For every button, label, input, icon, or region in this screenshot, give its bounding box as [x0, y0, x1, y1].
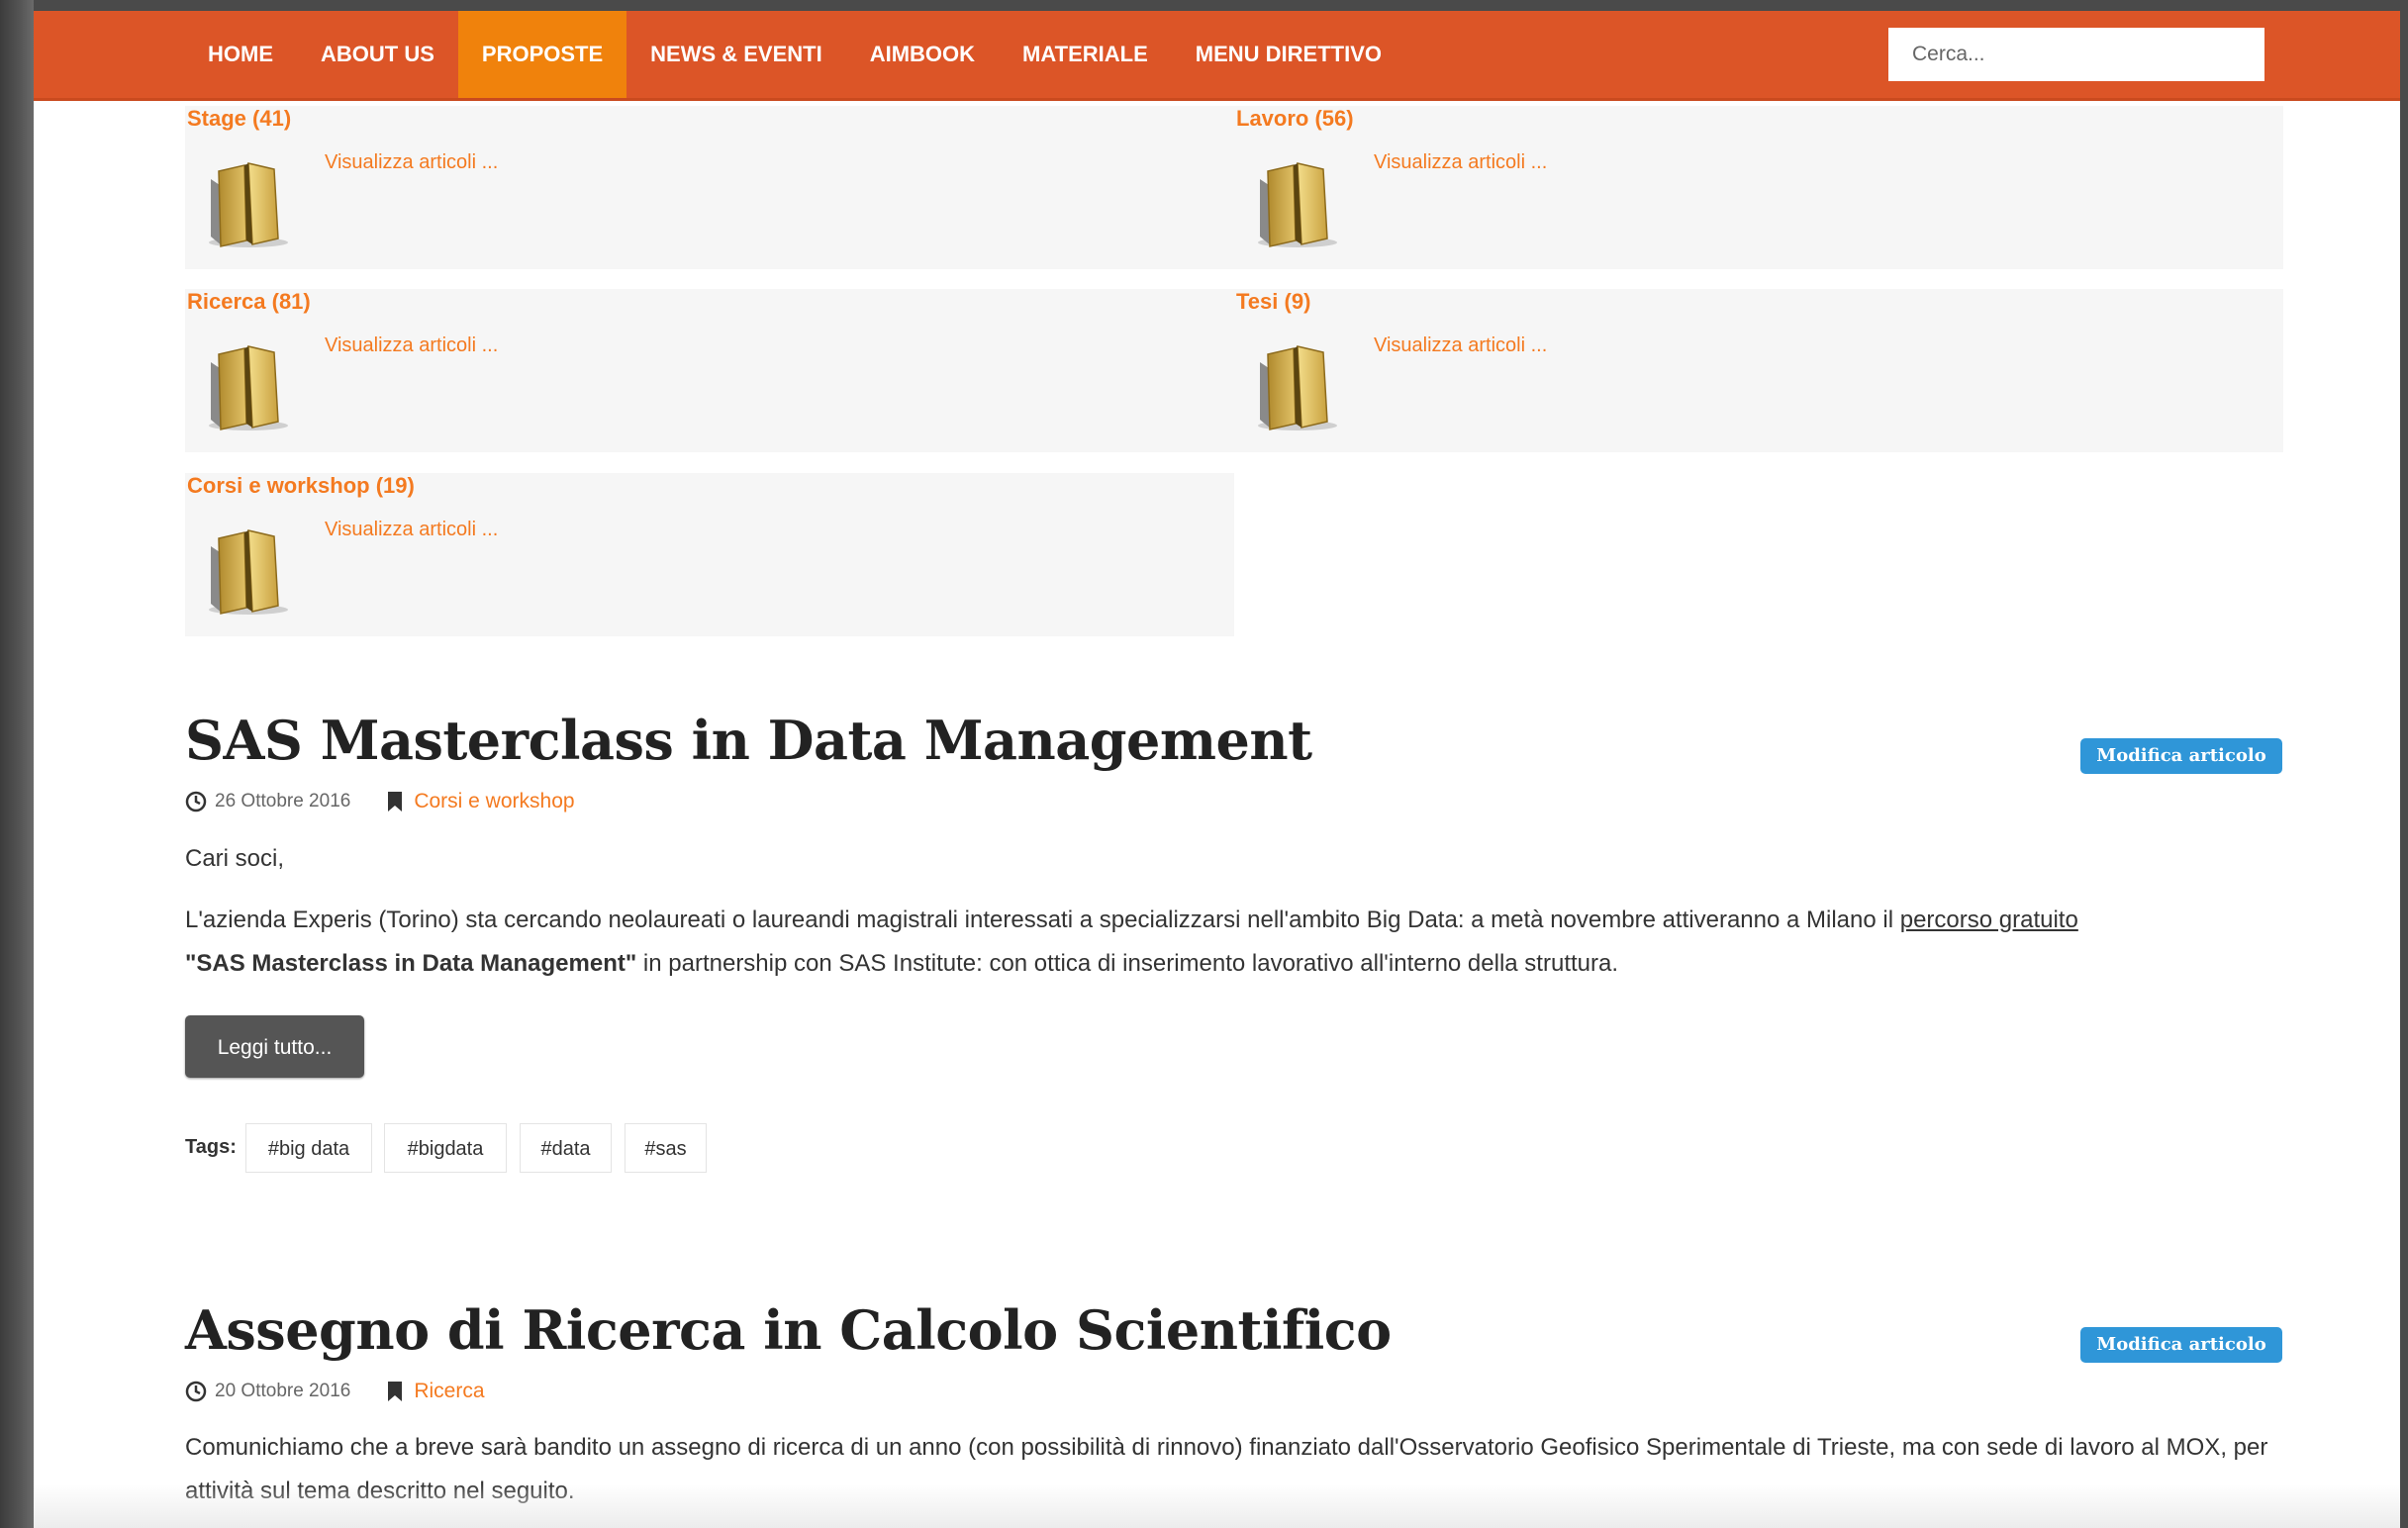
category-tesi: Tesi (9) Visualizza articoli ... — [1234, 289, 2283, 452]
nav-item-aimbook[interactable]: AIMBOOK — [846, 11, 999, 98]
left-frame — [0, 0, 34, 1528]
article-intro-text-end: in partnership con SAS Institute: con ot… — [636, 950, 1619, 977]
search-input[interactable] — [1888, 28, 2264, 81]
view-articles-link-corsi-workshop[interactable]: Visualizza articoli ... — [325, 519, 498, 541]
tag-big-data[interactable]: #big data — [245, 1123, 372, 1173]
category-title-tesi[interactable]: Tesi (9) — [1236, 289, 1310, 315]
article-category-link[interactable]: Corsi e workshop — [414, 790, 574, 813]
nav-item-menu-direttivo[interactable]: MENU DIRETTIVO — [1172, 11, 1405, 98]
category-title-ricerca[interactable]: Ricerca (81) — [187, 289, 311, 315]
article-date: 20 Ottobre 2016 — [215, 1381, 351, 1401]
read-more-button[interactable]: Leggi tutto... — [185, 1015, 364, 1078]
nav-item-about-us[interactable]: ABOUT US — [297, 11, 458, 98]
window-top-edge — [0, 0, 2408, 11]
main-navbar: HOME ABOUT US PROPOSTE NEWS & EVENTI AIM… — [34, 11, 2400, 101]
folder-icon[interactable] — [205, 340, 292, 431]
tag-sas[interactable]: #sas — [625, 1123, 707, 1173]
nav-item-materiale[interactable]: MATERIALE — [999, 11, 1172, 98]
article-intro: L'azienda Experis (Torino) sta cercando … — [185, 899, 2283, 986]
nav-menu: HOME ABOUT US PROPOSTE NEWS & EVENTI AIM… — [184, 11, 1405, 98]
tag-data[interactable]: #data — [520, 1123, 612, 1173]
category-title-stage[interactable]: Stage (41) — [187, 106, 291, 132]
clock-icon — [185, 1381, 207, 1402]
category-corsi-workshop: Corsi e workshop (19) Visualizza articol… — [185, 473, 1234, 636]
category-title-lavoro[interactable]: Lavoro (56) — [1236, 106, 1354, 132]
bottom-fade — [34, 1484, 2400, 1528]
article-category-link[interactable]: Ricerca — [414, 1380, 484, 1403]
view-articles-link-ricerca[interactable]: Visualizza articoli ... — [325, 334, 498, 357]
category-ricerca: Ricerca (81) Visualizza articoli ... — [185, 289, 1234, 452]
article-meta: 26 Ottobre 2016 Corsi e workshop — [185, 790, 575, 813]
folder-icon[interactable] — [1254, 340, 1341, 431]
edit-article-button[interactable]: Modifica articolo — [2080, 1327, 2282, 1363]
nav-item-proposte[interactable]: PROPOSTE — [457, 11, 627, 98]
category-lavoro: Lavoro (56) Visualizza articoli ... — [1234, 106, 2283, 269]
view-articles-link-lavoro[interactable]: Visualizza articoli ... — [1374, 151, 1547, 174]
nav-item-news-eventi[interactable]: NEWS & EVENTI — [626, 11, 846, 98]
view-articles-link-tesi[interactable]: Visualizza articoli ... — [1374, 334, 1547, 357]
bookmark-icon — [388, 1382, 403, 1401]
clock-icon — [185, 791, 207, 812]
article-date: 26 Ottobre 2016 — [215, 791, 351, 812]
category-title-corsi-workshop[interactable]: Corsi e workshop (19) — [187, 473, 415, 499]
folder-icon[interactable] — [205, 157, 292, 248]
category-stage: Stage (41) Visualizza articoli ... — [185, 106, 1234, 269]
tag-bigdata[interactable]: #bigdata — [384, 1123, 507, 1173]
article-greeting: Cari soci, — [185, 845, 285, 872]
bookmark-icon — [388, 792, 403, 812]
right-frame — [2400, 0, 2408, 1528]
article-title[interactable]: Assegno di Ricerca in Calcolo Scientific… — [185, 1298, 1392, 1362]
tags-label: Tags: — [185, 1136, 237, 1158]
nav-item-home[interactable]: HOME — [184, 11, 297, 98]
edit-article-button[interactable]: Modifica articolo — [2080, 738, 2282, 774]
folder-icon[interactable] — [205, 525, 292, 616]
article-meta: 20 Ottobre 2016 Ricerca — [185, 1380, 485, 1403]
free-course-link[interactable]: percorso gratuito — [1900, 907, 2078, 933]
view-articles-link-stage[interactable]: Visualizza articoli ... — [325, 151, 498, 174]
folder-icon[interactable] — [1254, 157, 1341, 248]
article-intro-text: L'azienda Experis (Torino) sta cercando … — [185, 907, 1900, 933]
article-intro-bold: "SAS Masterclass in Data Management" — [185, 950, 637, 977]
article-title[interactable]: SAS Masterclass in Data Management — [185, 709, 1312, 772]
